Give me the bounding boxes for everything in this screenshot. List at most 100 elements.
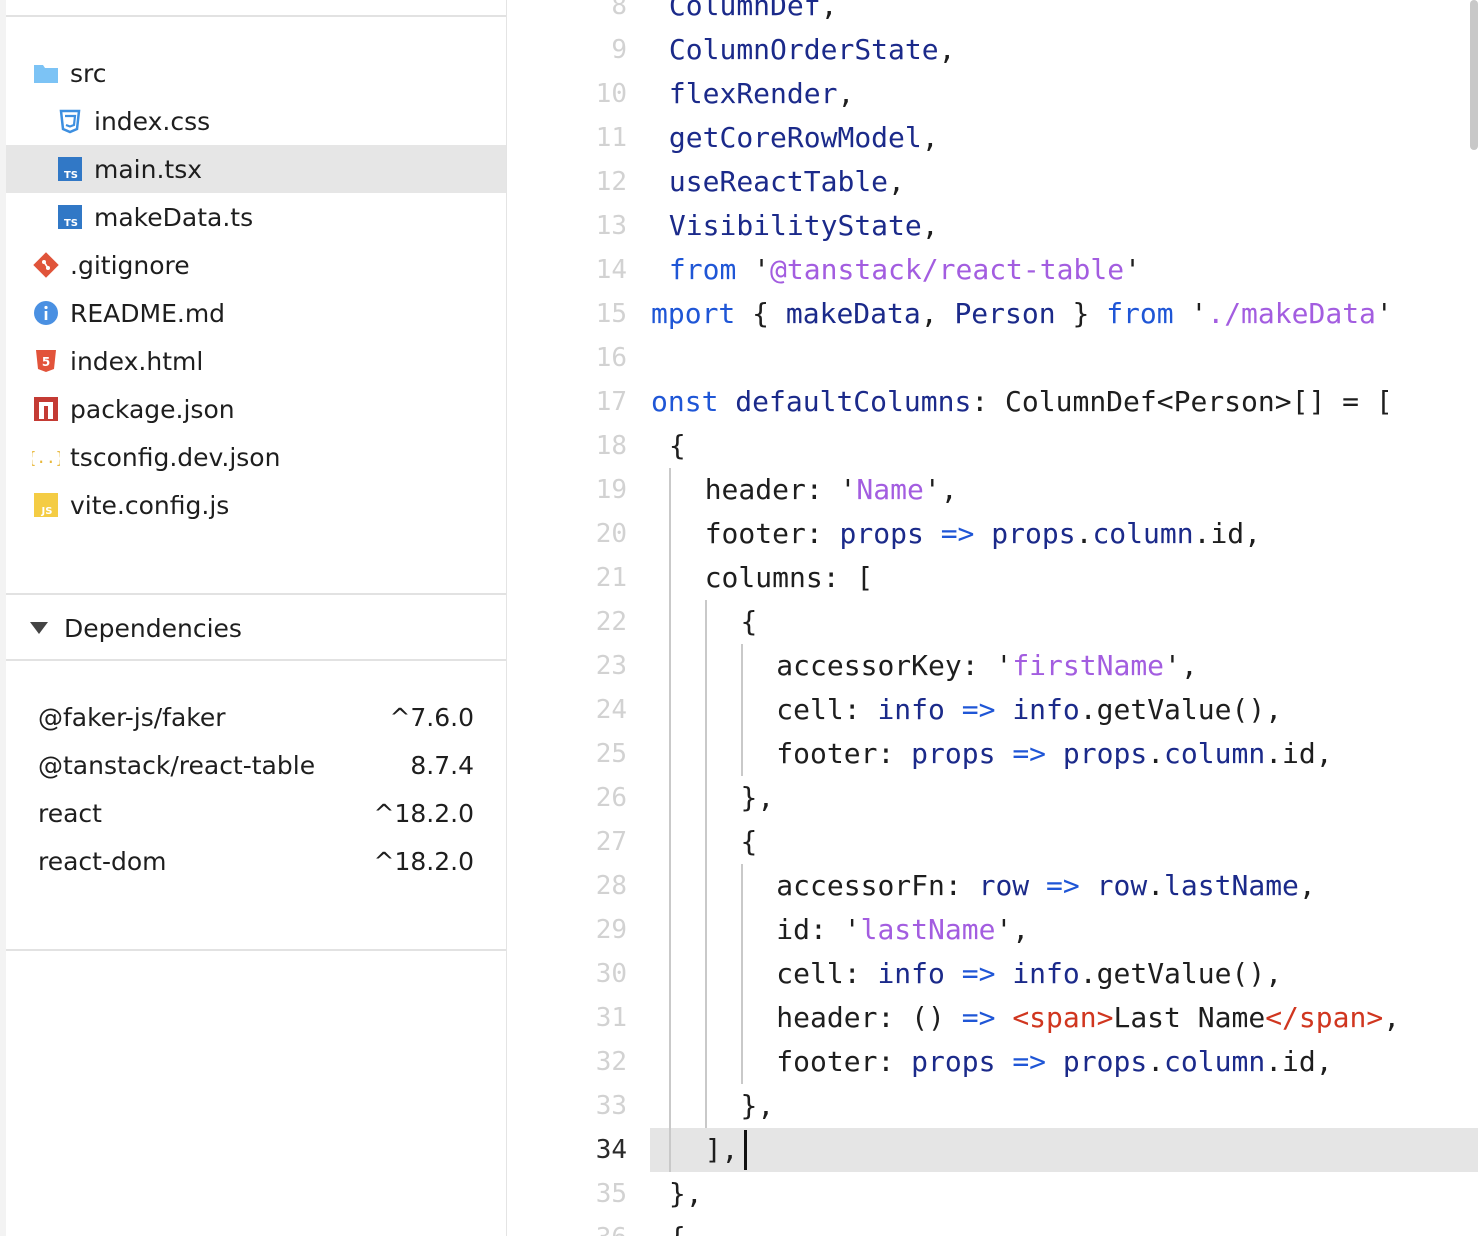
divider [6,659,506,661]
code-line[interactable]: id: 'lastName', [776,908,1029,952]
line-number: 8 [611,0,627,21]
code-line[interactable]: accessorFn: row => row.lastName, [776,864,1315,908]
code-line[interactable]: header: () => <span>Last Name</span>, [776,996,1400,1040]
code-line[interactable]: mport { makeData, Person } from './makeD… [651,292,1393,336]
file-item-package-json[interactable]: package.json [6,385,506,433]
line-number: 26 [595,783,627,813]
code-line[interactable]: VisibilityState, [669,204,939,248]
code-line[interactable]: ColumnOrderState, [669,28,956,72]
dependency-item[interactable]: react ^18.2.0 [38,793,474,833]
code-line[interactable]: flexRender, [669,72,854,116]
line-number: 15 [595,299,627,329]
code-line[interactable]: cell: info => info.getValue(), [776,688,1282,732]
code-token: info [1012,693,1080,726]
code-line[interactable]: { [669,1216,686,1236]
svg-text:5: 5 [42,355,50,369]
code-token: ', [1164,649,1198,682]
code-token: @tanstack/react-table [770,253,1125,286]
code-token: cell: [776,693,878,726]
code-line[interactable]: }, [741,1084,775,1128]
file-item-tsconfig-dev-json[interactable]: {..} tsconfig.dev.json [6,433,506,481]
code-token: }, [668,1177,703,1210]
file-item-readme-md[interactable]: README.md [6,289,506,337]
vertical-scrollbar[interactable] [1470,0,1478,150]
dependency-item[interactable]: @tanstack/react-table 8.7.4 [38,745,474,785]
svg-text:JS: JS [41,506,53,517]
dependency-name: @faker-js/faker [38,702,226,732]
code-token: column [1164,737,1266,770]
code-line[interactable]: }, [741,776,775,820]
code-line[interactable]: { [741,600,758,644]
code-editor[interactable]: 8 ColumnDef, 9 ColumnOrderState, 10 flexRende… [507,0,1478,1236]
code-line[interactable]: header: 'Name', [705,468,958,512]
code-token: info [877,957,945,990]
file-item-gitignore[interactable]: .gitignore [6,241,506,289]
file-item-vite-config-js[interactable]: JS vite.config.js [6,481,506,529]
json-icon: {..} [32,443,60,471]
code-token: defaultColumns [735,385,972,418]
code-token: => [1012,737,1047,770]
code-token: lastName [1164,869,1299,902]
file-explorer-sidebar: src index.css TS main.tsx TS makeData.ts .giti… [0,0,507,1236]
indent-guide [669,468,671,1172]
code-line[interactable]: ColumnDef, [669,0,838,28]
dependency-item[interactable]: @faker-js/faker ^7.6.0 [38,697,474,737]
code-token: { [740,605,758,638]
file-item-label: src [70,58,107,88]
code-line[interactable]: cell: info => info.getValue(), [776,952,1282,996]
code-line[interactable]: }, [669,1172,703,1216]
code-line[interactable]: onst defaultColumns: ColumnDef<Person>[]… [651,380,1393,424]
dependency-item[interactable]: react-dom ^18.2.0 [38,841,474,881]
code-line[interactable]: useReactTable, [669,160,905,204]
code-line[interactable]: footer: props => props.column.id, [705,512,1261,556]
file-item-label: tsconfig.dev.json [70,442,281,472]
line-number: 23 [595,651,627,681]
code-line[interactable]: getCoreRowModel, [669,116,939,160]
dependencies-label: Dependencies [64,613,242,643]
file-item-src[interactable]: src [6,49,506,97]
code-token: from [1106,297,1174,330]
code-line[interactable]: from '@tanstack/react-table' [669,248,1141,292]
code-line[interactable]: { [669,424,686,468]
line-number: 18 [595,431,627,461]
code-token: cell: [776,957,878,990]
divider [6,949,506,951]
file-item-label: .gitignore [70,250,190,280]
code-line[interactable]: { [741,820,758,864]
code-token: info [877,693,945,726]
code-line[interactable]: footer: props => props.column.id, [776,732,1332,776]
code-token: props [991,517,1076,550]
code-token: ' [1173,297,1208,330]
code-token: .getValue(), [1079,693,1283,726]
line-number: 34 [595,1135,627,1165]
file-item-makedata-ts[interactable]: TS makeData.ts [6,193,506,241]
code-token: }, [740,781,775,814]
file-item-index-html[interactable]: 5 index.html [6,337,506,385]
code-line[interactable]: footer: props => props.column.id, [776,1040,1332,1084]
code-token: Last Name [1113,1001,1266,1034]
file-item-index-css[interactable]: index.css [6,97,506,145]
code-line[interactable]: accessorKey: 'firstName', [776,644,1197,688]
line-number: 28 [595,871,627,901]
code-token: Name [856,473,924,506]
line-number: 24 [595,695,627,725]
code-token: getCoreRowModel [668,121,922,154]
code-token: ], [704,1133,739,1166]
code-token: Person [954,297,1056,330]
code-token: => [961,957,996,990]
line-number: 32 [595,1047,627,1077]
code-token: } [1055,297,1107,330]
code-token: ', [995,913,1030,946]
dependencies-header[interactable]: Dependencies [6,597,506,659]
code-token: onst [651,385,719,418]
file-item-main-tsx[interactable]: TS main.tsx [6,145,506,193]
code-token: props [839,517,924,550]
code-line[interactable]: columns: [ [705,556,874,600]
line-number: 36 [537,1216,627,1236]
file-item-label: README.md [70,298,226,328]
line-number: 14 [595,255,627,285]
code-line[interactable]: ], [705,1128,739,1172]
